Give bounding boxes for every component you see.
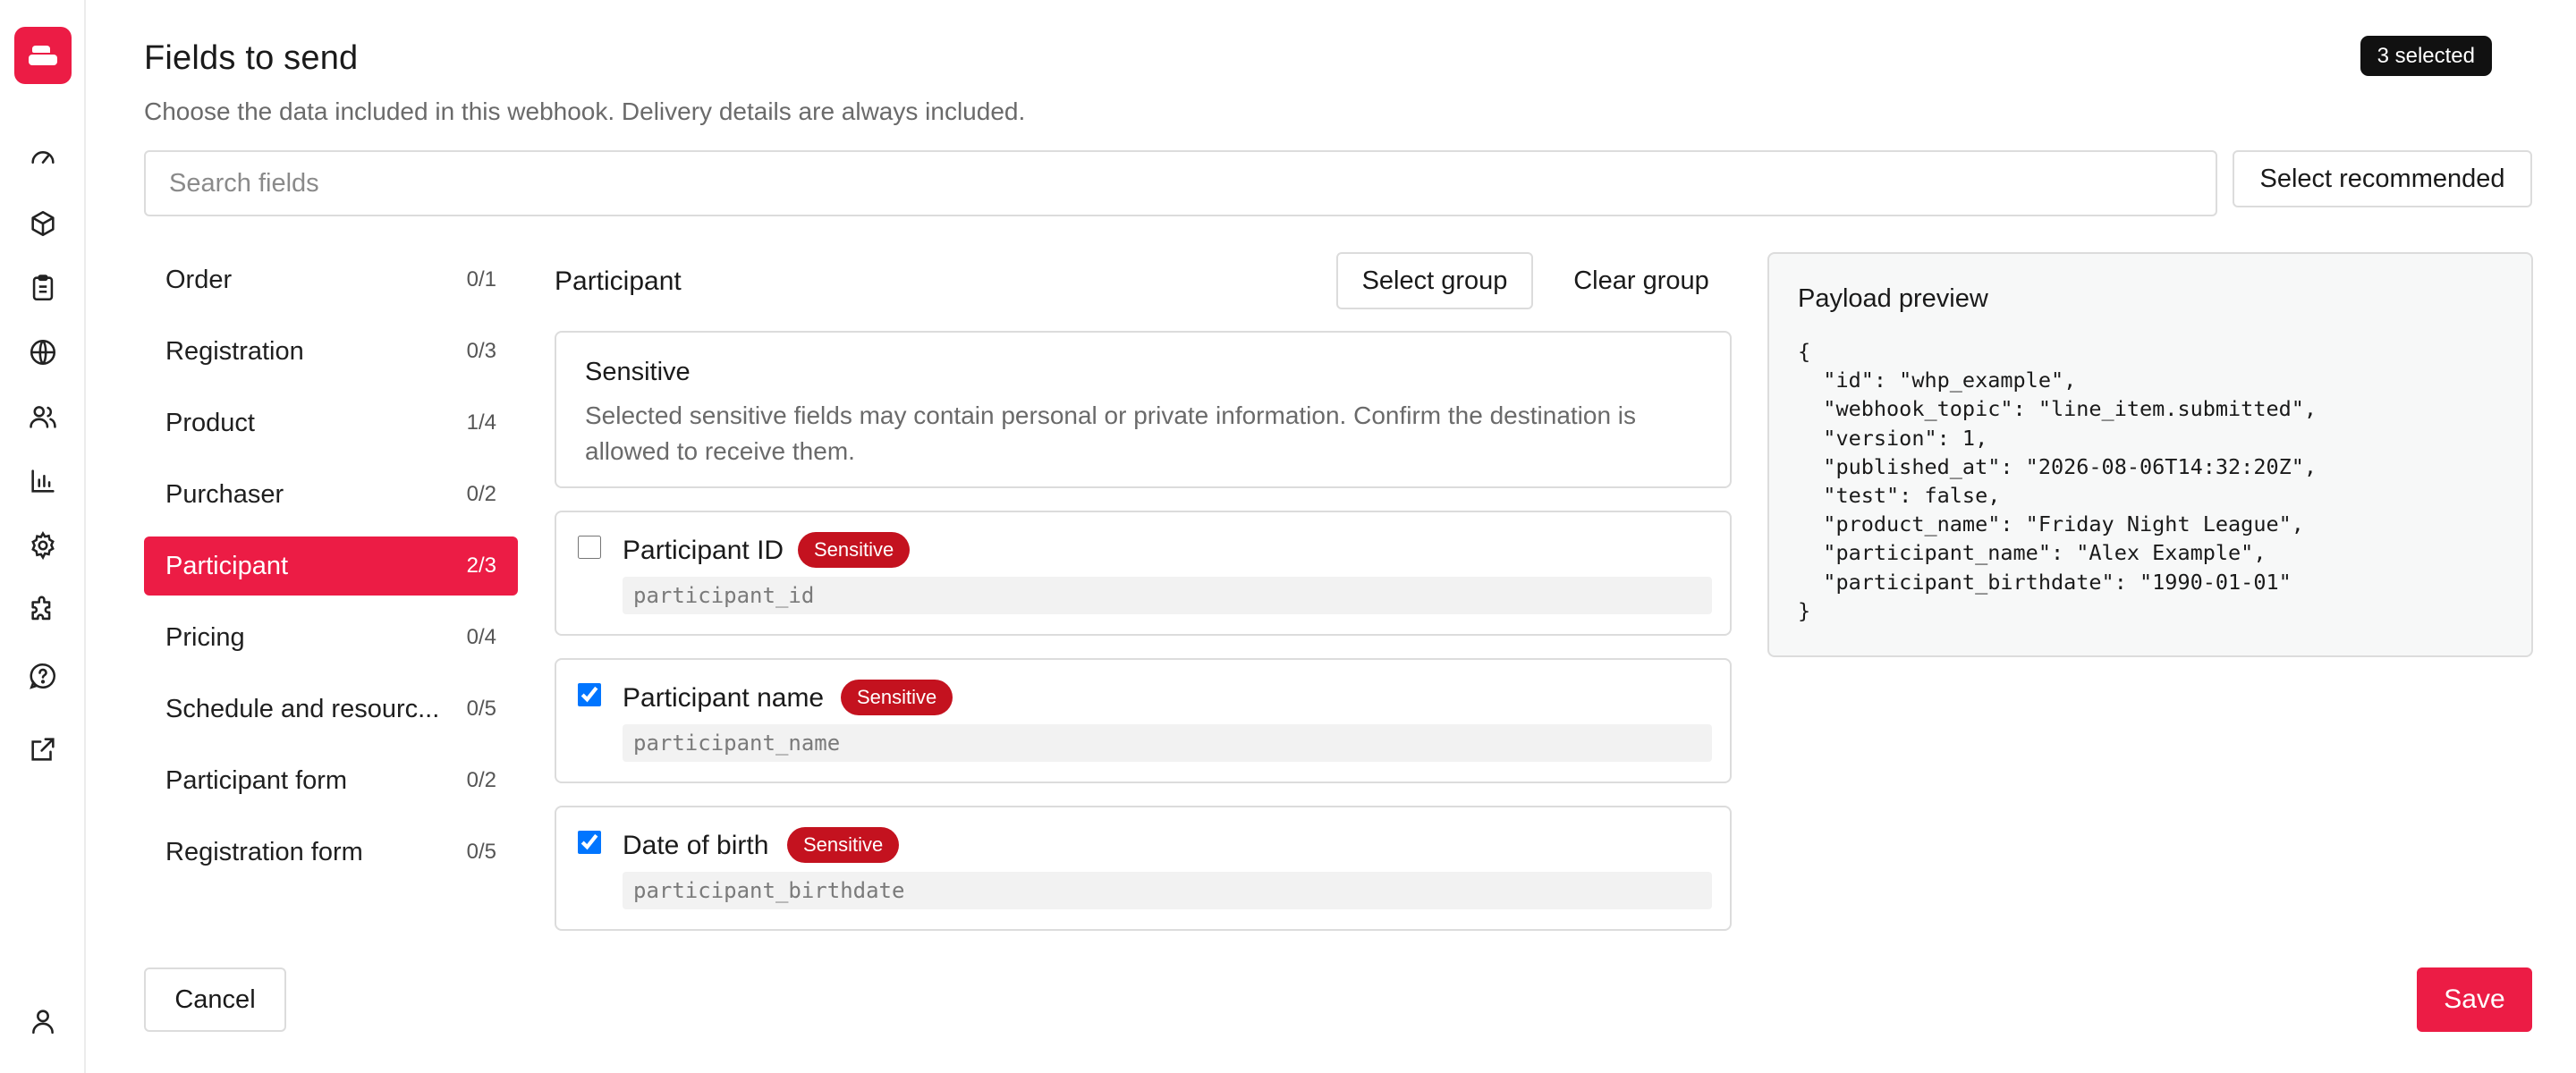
- code-line: "id": "whp_example",: [1798, 368, 2077, 393]
- field-label: Date of birth: [623, 831, 769, 860]
- code-line: "participant_birthdate": "1990-01-01": [1798, 569, 2292, 595]
- group-item-product[interactable]: Product 1/4: [144, 393, 518, 452]
- clear-group-button[interactable]: Clear group: [1552, 252, 1731, 309]
- group-label: Product: [165, 408, 255, 437]
- group-count: 0/3: [466, 339, 496, 363]
- group-count: 0/2: [466, 768, 496, 792]
- group-item-registration-form[interactable]: Registration form 0/5: [144, 823, 518, 882]
- group-label: Purchaser: [165, 479, 284, 509]
- group-count: 0/1: [466, 267, 496, 291]
- gauge-icon[interactable]: [27, 141, 59, 173]
- code-line: "test": false,: [1798, 483, 2001, 509]
- search-input[interactable]: [144, 150, 2217, 216]
- code-line: "published_at": "2026-08-06T14:32:20Z",: [1798, 453, 2318, 479]
- group-label: Registration: [165, 336, 304, 366]
- box-icon[interactable]: [27, 207, 59, 240]
- group-item-order[interactable]: Order 0/1: [144, 250, 518, 309]
- group-label: Order: [165, 265, 233, 294]
- help-icon[interactable]: [27, 660, 59, 692]
- code-line: "product_name": "Friday Night League",: [1798, 511, 2304, 537]
- clipboard-icon[interactable]: [27, 272, 59, 304]
- sensitive-notice: Sensitive Selected sensitive fields may …: [555, 331, 1732, 488]
- group-label: Schedule and resourc...: [165, 694, 440, 723]
- code-line: "participant_name": "Alex Example",: [1798, 540, 2267, 566]
- puzzle-icon[interactable]: [27, 594, 59, 626]
- page-title: Fields to send: [144, 39, 359, 77]
- sensitive-badge: Sensitive: [787, 827, 900, 863]
- code-line: "version": 1,: [1798, 425, 1988, 451]
- sensitive-notice-heading: Sensitive: [585, 358, 691, 386]
- code-line: {: [1798, 339, 1811, 364]
- field-card-participant-name: Participant name Sensitive participant_n…: [555, 658, 1732, 783]
- field-checkbox[interactable]: [578, 536, 601, 559]
- group-label: Registration form: [165, 837, 363, 866]
- field-checkbox[interactable]: [578, 831, 601, 854]
- sidebar-rail: [0, 0, 86, 1073]
- select-group-button[interactable]: Select group: [1336, 252, 1533, 309]
- bar-chart-icon[interactable]: [27, 465, 59, 497]
- sensitive-badge: Sensitive: [841, 680, 953, 715]
- group-item-registration[interactable]: Registration 0/3: [144, 322, 518, 381]
- gear-icon[interactable]: [27, 529, 59, 562]
- group-label: Participant: [165, 551, 289, 580]
- sensitive-notice-text: Selected sensitive fields may contain pe…: [585, 401, 1637, 465]
- external-link-icon[interactable]: [27, 733, 59, 765]
- group-panel-title: Participant: [555, 266, 682, 296]
- group-item-participant[interactable]: Participant 2/3: [144, 536, 518, 596]
- payload-preview-title: Payload preview: [1798, 284, 1988, 313]
- payload-preview: Payload preview { "id": "whp_example", "…: [1767, 252, 2533, 657]
- group-item-pricing[interactable]: Pricing 0/4: [144, 608, 518, 667]
- group-count: 0/4: [466, 625, 496, 649]
- field-checkbox[interactable]: [578, 683, 601, 706]
- cancel-button[interactable]: Cancel: [144, 967, 286, 1032]
- logo-icon[interactable]: [14, 27, 72, 84]
- group-item-purchaser[interactable]: Purchaser 0/2: [144, 465, 518, 524]
- select-recommended-button[interactable]: Select recommended: [2233, 150, 2532, 207]
- field-key: participant_birthdate: [623, 872, 1712, 909]
- user-icon[interactable]: [27, 1005, 59, 1037]
- group-count: 2/3: [466, 553, 496, 578]
- field-key: participant_id: [623, 577, 1712, 614]
- sensitive-badge: Sensitive: [798, 532, 911, 568]
- field-label: Participant name: [623, 683, 825, 713]
- group-list: Order 0/1 Registration 0/3 Product 1/4 Purc…: [144, 250, 518, 894]
- field-label: Participant ID: [623, 536, 784, 565]
- code-line: }: [1798, 597, 1811, 623]
- group-item-participant-form[interactable]: Participant form 0/2: [144, 751, 518, 810]
- group-count: 0/5: [466, 840, 496, 864]
- field-card-date-of-birth: Date of birth Sensitive participant_birt…: [555, 806, 1732, 931]
- group-count: 1/4: [466, 410, 496, 435]
- selected-count-badge: 3 selected: [2360, 36, 2492, 76]
- save-button[interactable]: Save: [2417, 967, 2532, 1032]
- users-icon[interactable]: [27, 401, 59, 433]
- field-card-participant-id: Participant ID Sensitive participant_id: [555, 511, 1732, 636]
- group-label: Pricing: [165, 622, 245, 652]
- code-line: "webhook_topic": "line_item.submitted",: [1798, 396, 2318, 422]
- group-count: 0/2: [466, 482, 496, 506]
- group-label: Participant form: [165, 765, 348, 795]
- field-key: participant_name: [623, 724, 1712, 762]
- page-subtitle: Choose the data included in this webhook…: [144, 97, 1026, 125]
- group-item-schedule[interactable]: Schedule and resourc... 0/5: [144, 680, 518, 739]
- globe-icon[interactable]: [27, 336, 59, 368]
- group-count: 0/5: [466, 697, 496, 721]
- payload-preview-code: { "id": "whp_example", "webhook_topic": …: [1798, 337, 2503, 625]
